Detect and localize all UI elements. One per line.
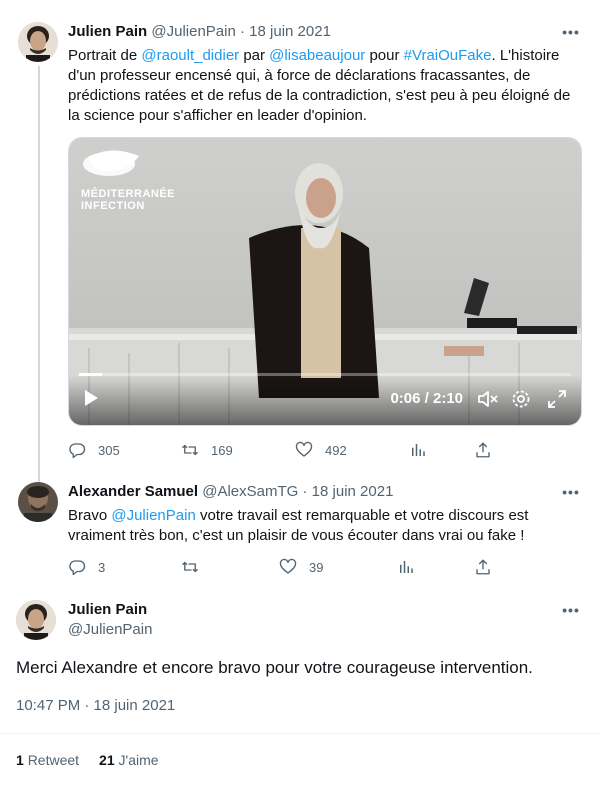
video-progress-bar[interactable] [79, 373, 571, 376]
reply-button[interactable]: 305 [68, 441, 120, 459]
analytics-icon [412, 444, 425, 456]
heart-icon [279, 558, 297, 574]
author-handle[interactable]: @JulienPain [151, 23, 235, 40]
author-name[interactable]: Julien Pain [68, 601, 147, 618]
video-player[interactable]: MÉDITERRANÉE INFECTION 0:06 / 2:10 [68, 137, 582, 426]
avatar-image [16, 600, 56, 640]
settings-gear-icon[interactable] [511, 389, 531, 414]
retweet-button[interactable] [181, 558, 211, 576]
share-icon [476, 442, 490, 458]
reply-count: 3 [98, 559, 106, 575]
tweet-2-actions: 3 39 [68, 558, 498, 578]
retweet-stat-label: Retweet [27, 752, 80, 768]
retweet-icon [182, 444, 198, 456]
engagement-stats: 1 Retweet 21 J'aime [16, 752, 159, 768]
reply-icon [69, 443, 86, 459]
video-progress-fill [79, 373, 102, 376]
like-count: 492 [325, 442, 347, 458]
tweet-1-actions: 305 169 492 [68, 441, 498, 461]
video-controls: 0:06 / 2:10 [69, 373, 581, 425]
logo-line-2: INFECTION [81, 200, 145, 212]
like-stat-count: 21 [99, 752, 115, 768]
tweet-2-header: Alexander Samuel @AlexSamTG · 18 juin 20… [68, 482, 393, 502]
avatar-julien-pain[interactable] [18, 22, 58, 62]
separator-dot: · [302, 483, 308, 500]
tweet-2-text: Bravo @JulienPain votre travail est rema… [68, 506, 558, 546]
video-time: 0:06 / 2:10 [390, 390, 463, 407]
heart-icon [295, 441, 313, 457]
fullscreen-icon[interactable] [547, 389, 567, 414]
separator-dot: · [240, 23, 245, 40]
mention-lisabeaujour[interactable]: @lisabeaujour [269, 47, 365, 64]
mention-julienpain[interactable]: @JulienPain [111, 507, 195, 524]
more-options-icon[interactable]: ••• [561, 485, 581, 506]
analytics-icon [400, 561, 413, 573]
logo-line-1: MÉDITERRANÉE [81, 188, 176, 200]
avatar-julien-pain[interactable] [16, 600, 56, 640]
avatar-image [18, 482, 58, 522]
more-options-icon[interactable]: ••• [561, 25, 581, 46]
reply-button[interactable]: 3 [68, 558, 105, 576]
play-icon[interactable] [83, 389, 99, 412]
focused-author-handle-row: @JulienPain [68, 620, 152, 640]
focused-tweet-text: Merci Alexandre et encore bravo pour vot… [16, 658, 533, 677]
views-analytics-button[interactable] [397, 558, 415, 576]
text-part: Bravo [68, 507, 112, 524]
more-options-icon[interactable]: ••• [561, 603, 581, 624]
tweet-date[interactable]: 18 juin 2021 [249, 23, 331, 40]
mute-icon[interactable] [477, 389, 499, 414]
like-button[interactable]: 492 [295, 441, 347, 459]
retweet-icon [182, 561, 198, 573]
focused-tweet-timestamp[interactable]: 10:47 PM · 18 juin 2021 [16, 697, 175, 714]
share-icon [476, 559, 490, 575]
author-name[interactable]: Alexander Samuel [68, 483, 198, 500]
tweet-date[interactable]: 18 juin 2021 [312, 483, 394, 500]
like-stat[interactable]: 21 J'aime [99, 752, 159, 768]
retweet-button[interactable]: 169 [181, 441, 233, 459]
tweet-1-header: Julien Pain @JulienPain · 18 juin 2021 [68, 22, 331, 42]
hashtag-vraioufake[interactable]: #VraiOuFake [404, 47, 492, 64]
like-count: 39 [309, 559, 324, 575]
thread-connector-line [38, 66, 40, 482]
video-watermark-logo: MÉDITERRANÉE INFECTION [81, 188, 175, 212]
share-button[interactable] [474, 558, 492, 576]
retweet-count: 169 [211, 442, 233, 458]
author-handle[interactable]: @AlexSamTG [202, 483, 298, 500]
text-part: Portrait de [68, 47, 142, 64]
share-button[interactable] [474, 441, 492, 459]
focused-author-name-row: Julien Pain [68, 600, 147, 620]
tweet-1-text: Portrait de @raoult_didier par @lisabeau… [68, 46, 583, 126]
reply-icon [69, 560, 86, 576]
avatar-alexander-samuel[interactable] [18, 482, 58, 522]
mention-raoult-didier[interactable]: @raoult_didier [141, 47, 239, 64]
divider [0, 733, 599, 734]
author-name[interactable]: Julien Pain [68, 23, 147, 40]
text-part: par [239, 47, 270, 64]
like-button[interactable]: 39 [279, 558, 323, 576]
views-analytics-button[interactable] [409, 441, 427, 459]
author-handle[interactable]: @JulienPain [68, 621, 152, 638]
retweet-stat-count: 1 [16, 752, 24, 768]
retweet-stat[interactable]: 1 Retweet [16, 752, 79, 768]
text-part: pour [365, 47, 404, 64]
like-stat-label: J'aime [118, 752, 159, 768]
reply-count: 305 [98, 442, 120, 458]
avatar-image [18, 22, 58, 62]
